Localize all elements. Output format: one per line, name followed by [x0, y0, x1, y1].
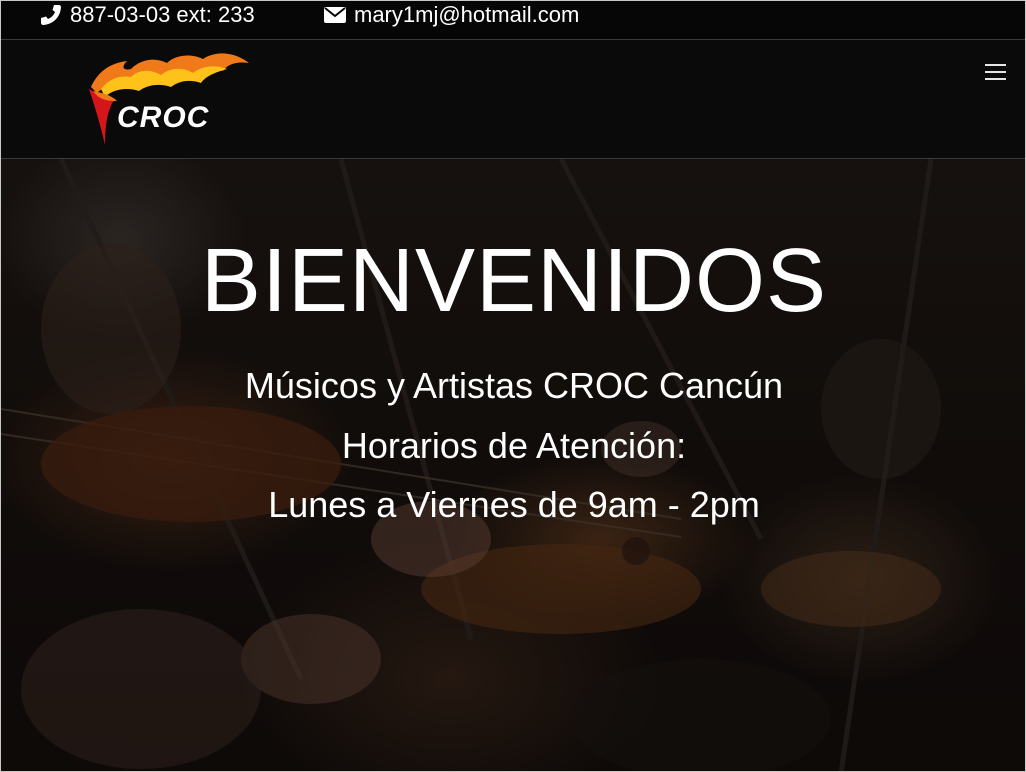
contact-bar: 887-03-03 ext: 233 mary1mj@hotmail.com	[1, 1, 1025, 40]
menu-bar	[985, 64, 1006, 66]
logo-wordmark: CROC	[117, 101, 210, 134]
croc-logo-graphic: CROC	[89, 53, 249, 145]
hero-subtitle: Músicos y Artistas CROC Cancún	[244, 365, 784, 406]
site-header: CROC	[1, 41, 1025, 159]
hero-banner: BIENVENIDOS Músicos y Artistas CROC Canc…	[1, 159, 1025, 771]
hamburger-menu-icon[interactable]	[985, 64, 1006, 80]
page: 887-03-03 ext: 233 mary1mj@hotmail.com C…	[0, 0, 1026, 772]
menu-bar	[985, 71, 1006, 73]
hours-text: Lunes a Viernes de 9am - 2pm	[268, 484, 760, 525]
croc-logo[interactable]: CROC	[83, 49, 253, 149]
email-address: mary1mj@hotmail.com	[354, 2, 580, 27]
email-link[interactable]: mary1mj@hotmail.com	[323, 2, 579, 28]
hours-heading: Horarios de Atención:	[341, 425, 687, 466]
phone-link[interactable]: 887-03-03 ext: 233	[39, 2, 255, 28]
hero-title: BIENVENIDOS	[200, 231, 828, 331]
phone-number: 887-03-03 ext: 233	[70, 2, 255, 27]
menu-bar	[985, 78, 1006, 80]
envelope-icon	[324, 7, 346, 23]
phone-icon	[41, 5, 61, 25]
